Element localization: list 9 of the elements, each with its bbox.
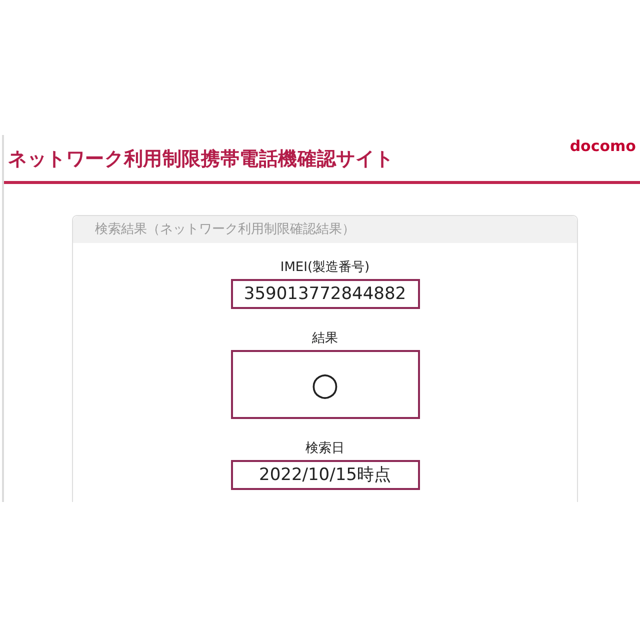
result-label: 結果 xyxy=(312,331,338,347)
panel-heading: 検索結果（ネットワーク利用制限確認結果） xyxy=(73,216,577,243)
logo-text: docomo xyxy=(570,137,636,155)
result-value: ○ xyxy=(230,350,420,419)
imei-label: IMEI(製造番号) xyxy=(280,260,370,276)
search-date-value: 2022/10/15時点 xyxy=(230,460,420,490)
site-title: ネットワーク利用制限携帯電話機確認サイト xyxy=(8,147,394,171)
imei-value: 359013772844882 xyxy=(230,279,420,309)
search-date-label: 検索日 xyxy=(306,441,344,457)
